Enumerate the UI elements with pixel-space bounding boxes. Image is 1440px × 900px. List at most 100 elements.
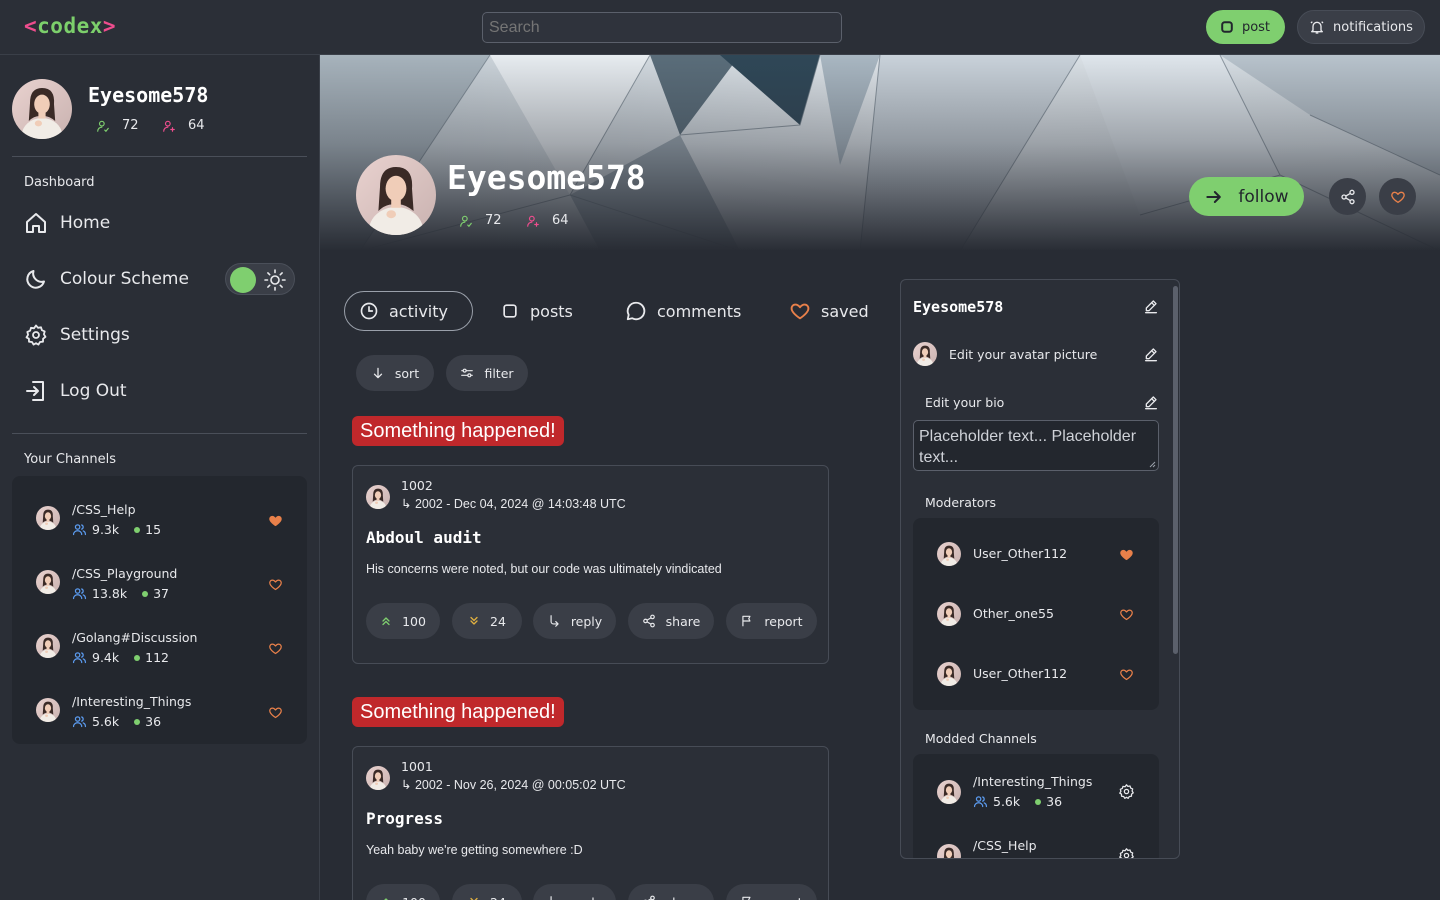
activity-banner: Something happened!	[352, 697, 564, 727]
heart-filled-icon[interactable]	[268, 513, 283, 528]
search-input[interactable]	[482, 12, 842, 43]
filter-button[interactable]: filter	[446, 355, 528, 391]
online-dot	[1035, 798, 1042, 805]
heart-outline-icon[interactable]	[1119, 607, 1134, 622]
sort-button[interactable]: sort	[356, 355, 434, 391]
arrow-right-icon	[1206, 190, 1222, 203]
heart-outline-icon[interactable]	[1119, 667, 1134, 682]
moderator-avatar	[937, 542, 961, 566]
tab-saved[interactable]: saved	[789, 291, 869, 331]
upvote-button[interactable]: 100	[366, 884, 440, 900]
reply-button-label: reply	[570, 613, 603, 629]
panel-scrollbar[interactable]	[1173, 286, 1178, 654]
nav-home[interactable]: Home	[24, 211, 110, 235]
heart-filled-icon[interactable]	[1119, 547, 1134, 562]
heart-outline-icon[interactable]	[268, 705, 283, 720]
channel-meta: 13.8k 37	[72, 586, 169, 601]
nav-logout[interactable]: Log Out	[24, 379, 127, 403]
moderator-item[interactable]: User_Other112	[913, 518, 1159, 578]
follow-button[interactable]: follow	[1189, 177, 1304, 216]
moderator-name: User_Other112	[973, 666, 1068, 681]
arrow-down-icon	[373, 367, 383, 379]
followers-icon	[460, 215, 472, 227]
edit-username-pen-icon[interactable]	[1143, 298, 1159, 314]
edit-bio-pen-icon[interactable]	[1143, 394, 1159, 410]
channel-meta: 5.6k 36	[973, 794, 1062, 809]
profile-followers-count: 72	[485, 213, 502, 228]
channel-item[interactable]: /Interesting_Things 5.6k 36	[12, 674, 307, 738]
sidebar-following-stat[interactable]: 64	[162, 118, 205, 133]
upvote-button[interactable]: 100	[366, 603, 440, 639]
colour-scheme-toggle[interactable]	[225, 263, 295, 295]
panel-avatar	[913, 342, 937, 366]
moderator-item[interactable]: Other_one55	[913, 578, 1159, 638]
panel-username: Eyesome578	[913, 298, 1004, 316]
double-chevron-down-icon	[470, 897, 478, 900]
profile-following-count: 64	[552, 213, 569, 228]
tab-comments[interactable]: comments	[625, 291, 741, 331]
sidebar-username[interactable]: Eyesome578	[88, 83, 208, 107]
nav-settings[interactable]: Settings	[24, 323, 130, 347]
sidebar-avatar[interactable]	[12, 79, 72, 139]
channel-item[interactable]: /CSS_Playground 13.8k 37	[12, 546, 307, 610]
edit-avatar-pen-icon[interactable]	[1143, 346, 1159, 362]
downvote-button[interactable]: 24	[452, 884, 522, 900]
channel-avatar	[937, 780, 961, 804]
tab-posts[interactable]: posts	[500, 291, 573, 331]
profile-followers-stat[interactable]: 72	[459, 213, 502, 228]
post-author-avatar[interactable]	[366, 485, 390, 509]
modded-channel-item[interactable]: /Interesting_Things 5.6k 36	[913, 754, 1159, 818]
comment-icon	[626, 301, 646, 321]
reply-button[interactable]: reply	[533, 884, 616, 900]
codex-logo[interactable]: <codex>	[24, 14, 116, 38]
favourite-profile-button[interactable]	[1379, 178, 1416, 215]
channel-item[interactable]: /Golang#Discussion 9.4k 112	[12, 610, 307, 674]
sidebar: Eyesome578 72 64 Dashboard Home Colour S…	[0, 55, 320, 900]
bio-textarea[interactable]: Placeholder text... Placeholder text...	[913, 420, 1159, 471]
post-meta-text: 2002 - Nov 26, 2024 @ 00:05:02 UTC	[414, 778, 626, 792]
sun-icon	[264, 269, 286, 291]
tab-activity[interactable]: activity	[344, 291, 473, 331]
report-button[interactable]: report	[726, 884, 817, 900]
edit-avatar-row[interactable]: Edit your avatar picture	[913, 342, 1097, 366]
share-button[interactable]: share	[628, 884, 714, 900]
report-button-label: report	[764, 613, 803, 629]
channel-settings-gear-icon[interactable]	[1118, 847, 1135, 859]
post-author-avatar[interactable]	[366, 766, 390, 790]
heart-outline-icon[interactable]	[268, 641, 283, 656]
share-icon	[642, 614, 655, 628]
share-button[interactable]: share	[628, 603, 714, 639]
post-card[interactable]: 1002 ↳ 2002 - Dec 04, 2024 @ 14:03:48 UT…	[352, 465, 829, 664]
nav-logout-label: Log Out	[60, 381, 127, 401]
share-profile-button[interactable]	[1329, 178, 1366, 215]
notifications-button-label: notifications	[1333, 19, 1413, 35]
profile-following-stat[interactable]: 64	[526, 213, 569, 228]
reply-button[interactable]: reply	[533, 603, 616, 639]
report-button[interactable]: report	[726, 603, 817, 639]
profile-avatar[interactable]	[356, 155, 436, 235]
heart-outline-icon[interactable]	[268, 577, 283, 592]
channel-meta: 9.3k 15	[72, 522, 161, 537]
profile-edit-panel: Eyesome578 Edit your avatar picture Edit…	[900, 279, 1180, 859]
members-icon	[72, 522, 87, 537]
modded-channel-item[interactable]: /CSS_Help	[913, 818, 1159, 859]
channel-members: 13.8k	[92, 586, 128, 601]
moderator-item[interactable]: User_Other112	[913, 638, 1159, 698]
post-body: His concerns were noted, but our code wa…	[366, 562, 722, 576]
channel-settings-gear-icon[interactable]	[1118, 783, 1135, 800]
channel-item[interactable]: /CSS_Help 9.3k 15	[12, 482, 307, 546]
post-title[interactable]: Abdoul audit	[366, 528, 482, 547]
post-title[interactable]: Progress	[366, 809, 443, 828]
post-reply-ref: ↳ 2002 - Dec 04, 2024 @ 14:03:48 UTC	[401, 497, 626, 511]
notifications-button[interactable]: notifications	[1297, 10, 1425, 44]
flag-icon	[742, 615, 751, 627]
channel-online: 37	[153, 586, 169, 601]
resize-grip-icon[interactable]	[1148, 460, 1156, 468]
sidebar-followers-stat[interactable]: 72	[96, 118, 139, 133]
top-bar: <codex> post notifications	[0, 0, 1440, 55]
following-icon	[163, 120, 175, 132]
post-button[interactable]: post	[1206, 10, 1285, 44]
channel-online: 36	[1046, 794, 1063, 809]
post-card[interactable]: 1001 ↳ 2002 - Nov 26, 2024 @ 00:05:02 UT…	[352, 746, 829, 900]
downvote-button[interactable]: 24	[452, 603, 522, 639]
